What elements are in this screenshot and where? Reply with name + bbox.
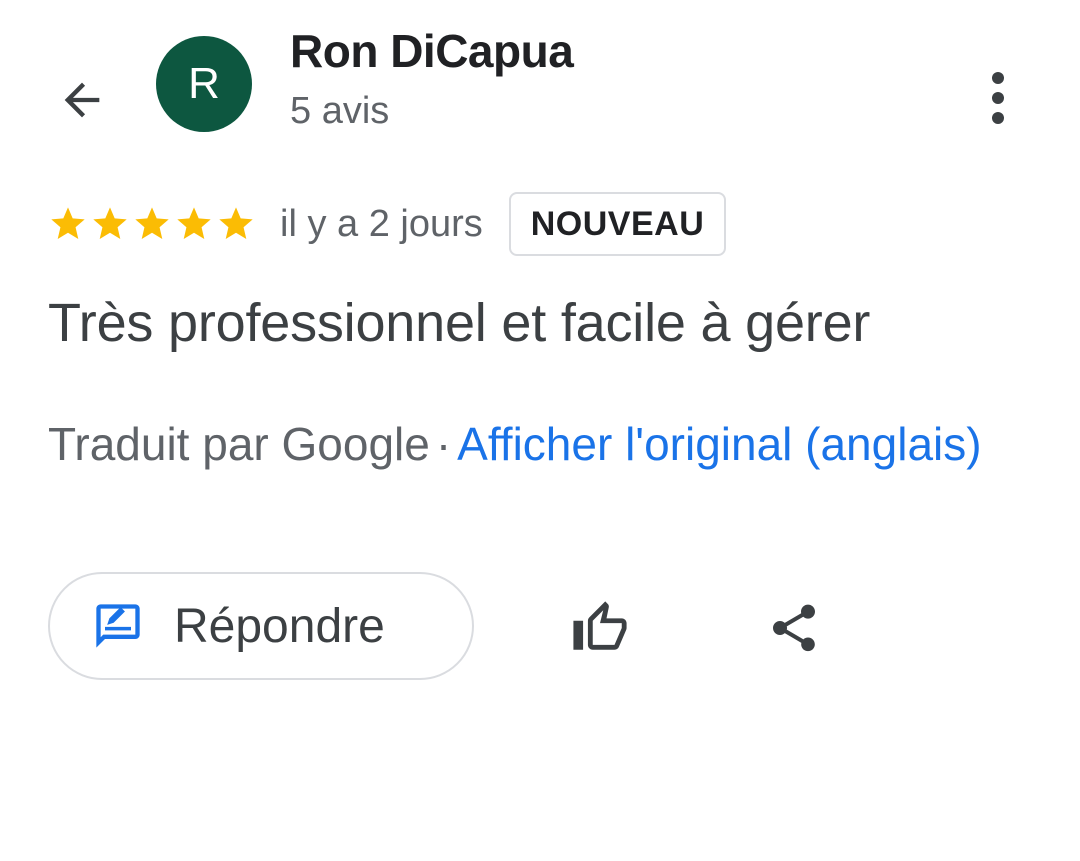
rating-row: il y a 2 jours NOUVEAU <box>48 192 727 256</box>
more-options-button[interactable] <box>968 66 1028 130</box>
thumbs-up-icon <box>573 601 627 650</box>
star-rating <box>48 204 256 244</box>
star-icon <box>219 207 253 239</box>
translated-by-label: Traduit par Google <box>48 418 430 470</box>
star-icon <box>93 207 127 239</box>
more-vertical-icon <box>992 72 1004 124</box>
translation-note: Traduit par Google · Afficher l'original (… <box>48 406 1008 482</box>
star-icon <box>51 207 85 239</box>
star-icon <box>135 207 169 239</box>
reply-label: Répondre <box>174 599 385 653</box>
reply-comment-icon <box>92 598 148 654</box>
review-text: Très professionnel et facile à gérer <box>48 293 871 353</box>
back-button[interactable] <box>52 70 112 130</box>
review-count: 5 avis <box>290 90 390 132</box>
avatar[interactable]: R <box>156 36 252 132</box>
review-time: il y a 2 jours <box>280 202 483 245</box>
new-badge: NOUVEAU <box>508 192 727 256</box>
user-name[interactable]: Ron DiCapua <box>290 24 574 78</box>
show-original-link[interactable]: Afficher l'original (anglais) <box>457 418 981 470</box>
star-icon <box>177 207 211 239</box>
like-button[interactable] <box>568 596 632 660</box>
avatar-initial: R <box>188 59 220 108</box>
arrow-left-icon <box>64 82 100 118</box>
share-icon <box>773 604 815 652</box>
separator-dot: · <box>435 418 452 470</box>
share-button[interactable] <box>762 596 826 660</box>
reply-button[interactable]: Répondre <box>48 572 474 680</box>
